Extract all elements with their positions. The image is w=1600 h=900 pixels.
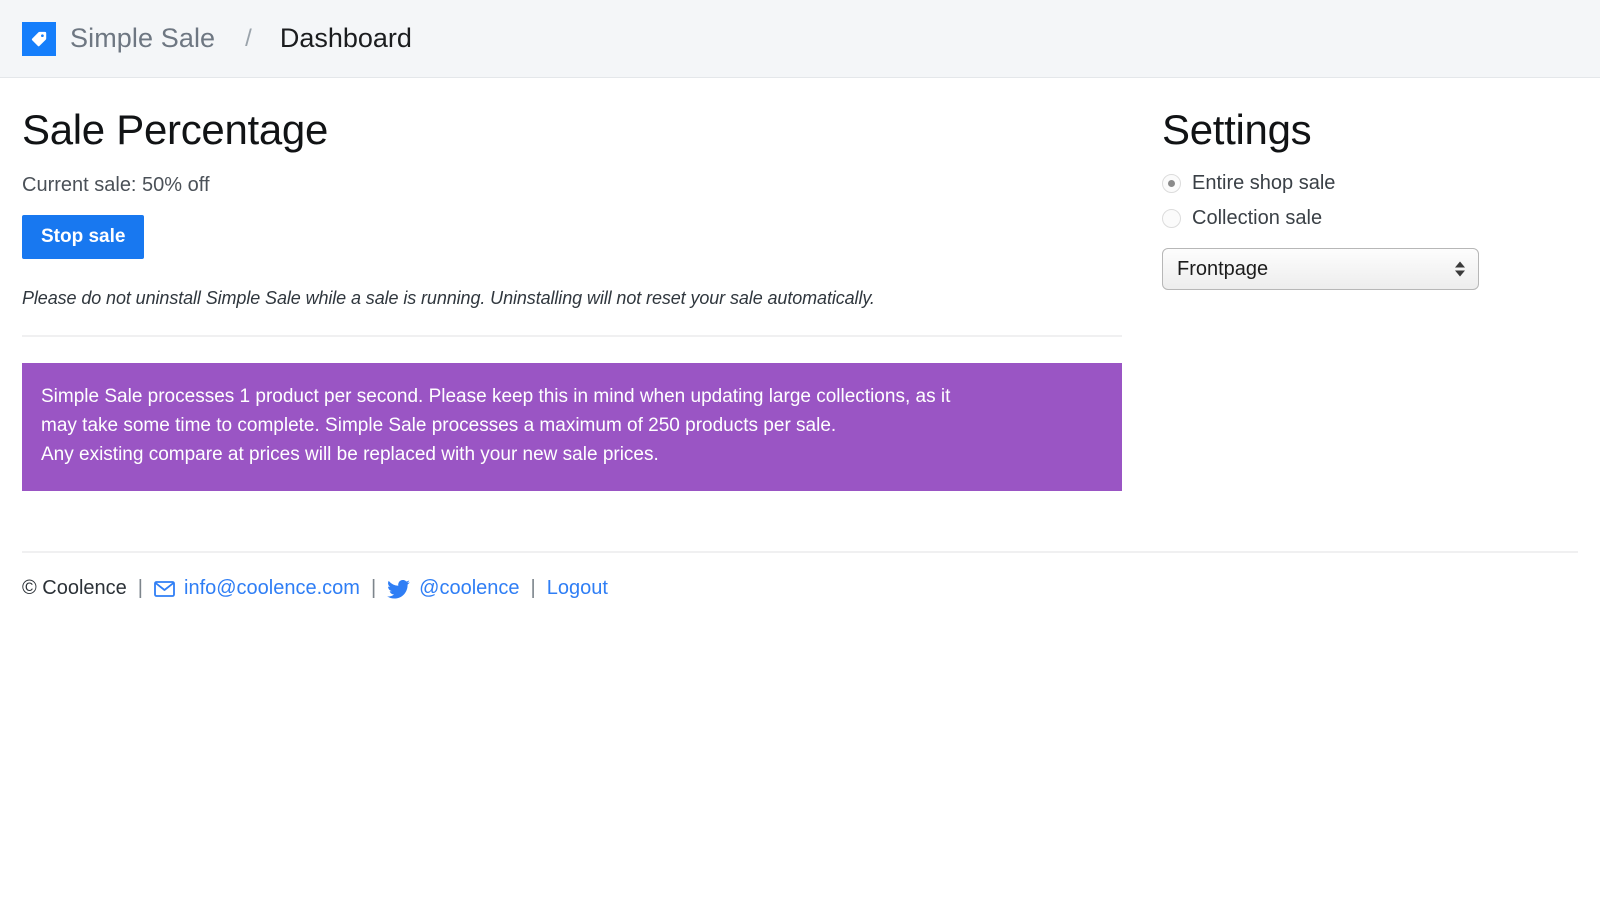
footer: © Coolence | info@coolence.com | @coolen…	[22, 553, 1578, 600]
settings-column: Settings Entire shop sale Collection sal…	[1144, 78, 1578, 291]
radio-label-entire-shop-sale: Entire shop sale	[1192, 172, 1336, 195]
collection-select[interactable]: Frontpage	[1162, 248, 1479, 291]
twitter-bird-icon	[387, 579, 411, 599]
email-link-text[interactable]: info@coolence.com	[184, 577, 360, 600]
footer-separator-1: |	[137, 576, 143, 599]
collection-select-value: Frontpage	[1177, 257, 1269, 280]
radio-entire-shop-sale[interactable]: Entire shop sale	[1162, 172, 1578, 195]
app-header: Simple Sale / Dashboard	[0, 0, 1600, 78]
twitter-link[interactable]: @coolence	[387, 577, 520, 600]
section-divider	[22, 335, 1122, 338]
radio-icon-unselected[interactable]	[1162, 209, 1181, 229]
breadcrumb-current-page: Dashboard	[279, 23, 412, 53]
breadcrumb-separator: /	[245, 24, 252, 52]
stop-sale-button[interactable]: Stop sale	[22, 215, 145, 260]
price-tag-icon	[22, 21, 56, 56]
notice-line-2: may take some time to complete. Simple S…	[41, 415, 837, 437]
page-title: Sale Percentage	[22, 106, 329, 153]
footer-separator-3: |	[530, 576, 536, 599]
footer-wrap: © Coolence | info@coolence.com | @coolen…	[0, 550, 1600, 600]
uninstall-warning-text: Please do not uninstall Simple Sale whil…	[22, 288, 875, 309]
radio-label-collection-sale: Collection sale	[1192, 207, 1323, 230]
radio-icon-selected[interactable]	[1162, 174, 1181, 194]
footer-separator-2: |	[370, 576, 377, 599]
envelope-icon	[154, 581, 175, 598]
radio-collection-sale[interactable]: Collection sale	[1162, 207, 1578, 230]
breadcrumb: Simple Sale / Dashboard	[22, 21, 412, 56]
chevron-updown-icon	[1455, 261, 1465, 277]
email-link[interactable]: info@coolence.com	[154, 577, 360, 600]
notice-line-3: Any existing compare at prices will be r…	[41, 443, 659, 465]
current-sale-status: Current sale: 50% off	[22, 174, 210, 197]
logout-link[interactable]: Logout	[547, 577, 608, 600]
settings-title: Settings	[1162, 106, 1312, 153]
processing-notice: Simple Sale processes 1 product per seco…	[22, 363, 1122, 491]
copyright-text: © Coolence	[22, 576, 127, 599]
main-column: Sale Percentage Current sale: 50% off St…	[22, 78, 1144, 491]
notice-line-1: Simple Sale processes 1 product per seco…	[41, 386, 951, 408]
brand-name[interactable]: Simple Sale	[70, 23, 215, 54]
twitter-link-text[interactable]: @coolence	[419, 577, 519, 600]
page-body: Sale Percentage Current sale: 50% off St…	[0, 78, 1600, 491]
